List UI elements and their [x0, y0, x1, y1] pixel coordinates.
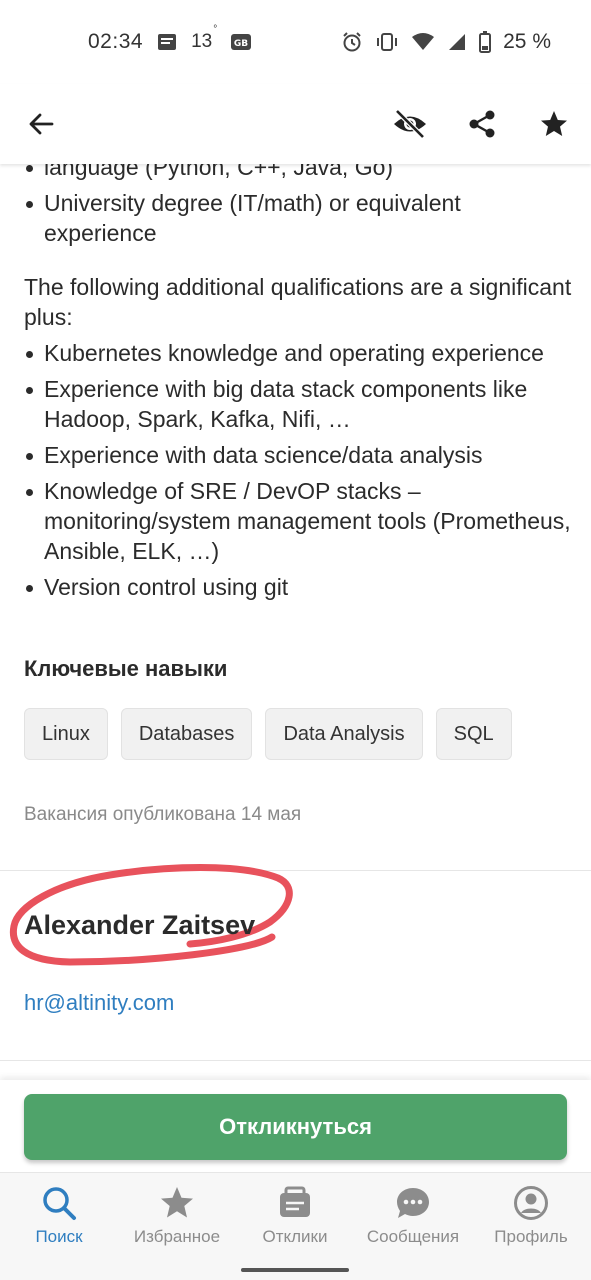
- star-icon: [159, 1185, 195, 1221]
- favorite-button[interactable]: [532, 102, 576, 146]
- list-item: Experience with big data stack component…: [24, 374, 572, 434]
- apply-area: Откликнуться: [0, 1080, 591, 1172]
- nav-profile[interactable]: Профиль: [472, 1185, 590, 1247]
- nav-label: Сообщения: [366, 1227, 460, 1246]
- skill-chip: Data Analysis: [265, 708, 423, 760]
- bottom-navigation: Поиск Избранное Отклики Сообщения Профил…: [0, 1172, 591, 1280]
- home-indicator[interactable]: [241, 1268, 349, 1272]
- profile-icon: [513, 1185, 549, 1221]
- nav-messages[interactable]: Сообщения: [354, 1185, 472, 1247]
- nav-label: Отклики: [262, 1227, 328, 1246]
- battery-level: 25 %: [503, 30, 551, 53]
- nav-favorites[interactable]: Избранное: [118, 1185, 236, 1247]
- chat-icon: [395, 1185, 431, 1221]
- skill-chip: Linux: [24, 708, 108, 760]
- eye-off-icon: [394, 109, 426, 139]
- apply-button[interactable]: Откликнуться: [24, 1094, 567, 1160]
- top-app-bar: [0, 84, 591, 164]
- share-button[interactable]: [460, 102, 504, 146]
- wifi-icon: [411, 32, 435, 52]
- nav-responses[interactable]: Отклики: [236, 1185, 354, 1247]
- skill-chip: Databases: [120, 708, 253, 760]
- battery-icon: [479, 31, 492, 53]
- list-item: language (Python, C++, Java, Go): [24, 164, 572, 182]
- responses-icon: [277, 1185, 313, 1221]
- gb-badge-icon: GB: [230, 33, 252, 51]
- arrow-left-icon: [29, 113, 54, 135]
- list-item: Kubernetes knowledge and operating exper…: [24, 338, 572, 368]
- status-bar: 02:34 13° GB 25 %: [0, 0, 591, 84]
- list-item: University degree (IT/math) or equivalen…: [24, 188, 572, 248]
- status-temperature: 13°: [191, 23, 218, 52]
- back-button[interactable]: [19, 102, 63, 146]
- status-time: 02:34: [88, 30, 144, 53]
- nav-label: Профиль: [494, 1227, 568, 1246]
- star-icon: [541, 111, 567, 136]
- hide-vacancy-button[interactable]: [388, 102, 432, 146]
- plus-list: Kubernetes knowledge and operating exper…: [24, 338, 572, 602]
- description: language (Python, C++, Java, Go) Univers…: [24, 164, 572, 608]
- nav-search[interactable]: Поиск: [0, 1185, 118, 1247]
- svg-text:GB: GB: [234, 39, 248, 49]
- divider: [0, 1060, 591, 1061]
- nav-label: Поиск: [35, 1227, 83, 1246]
- share-icon: [469, 110, 495, 138]
- nav-label: Избранное: [133, 1227, 221, 1246]
- skills-chips: Linux Databases Data Analysis SQL: [24, 708, 512, 760]
- alarm-icon: [341, 31, 363, 53]
- list-item: Experience with data science/data analys…: [24, 440, 572, 470]
- vacancy-content[interactable]: language (Python, C++, Java, Go) Univers…: [0, 164, 591, 1070]
- list-item: Knowledge of SRE / DevOP stacks – monito…: [24, 476, 572, 566]
- list-item: Version control using git: [24, 572, 572, 602]
- skill-chip: SQL: [435, 708, 512, 760]
- contact-name: Alexander Zaitsev: [24, 910, 256, 940]
- contact-email-link[interactable]: hr@altinity.com: [24, 990, 174, 1016]
- skills-title: Ключевые навыки: [24, 656, 228, 681]
- plus-intro: The following additional qualifications …: [24, 274, 572, 330]
- notification-icon: [157, 33, 177, 51]
- signal-icon: [447, 32, 467, 52]
- requirements-list: language (Python, C++, Java, Go) Univers…: [24, 164, 572, 248]
- published-date: Вакансия опубликована 14 мая: [24, 804, 302, 825]
- vibrate-icon: [375, 32, 399, 52]
- search-icon: [41, 1185, 77, 1221]
